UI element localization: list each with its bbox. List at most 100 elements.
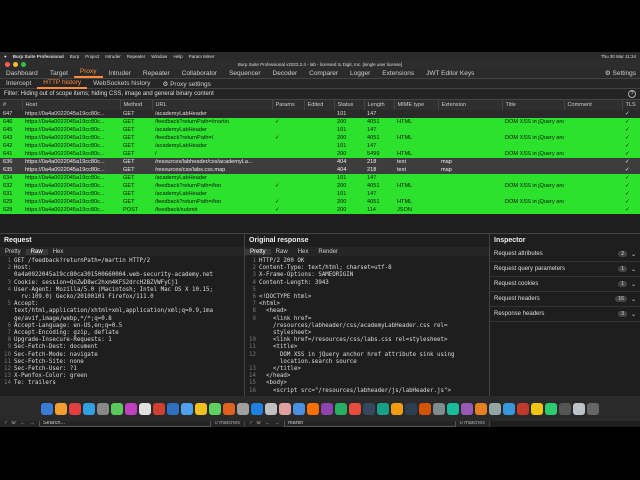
dock-app-icon[interactable] bbox=[461, 402, 473, 415]
column-header-id[interactable]: # bbox=[0, 100, 23, 110]
table-row[interactable]: 632 https://0a4a0022045a19cc80c... GET/fee… bbox=[0, 182, 640, 190]
zoom-button[interactable] bbox=[21, 62, 26, 67]
dock-app-icon[interactable] bbox=[559, 402, 571, 415]
chevron-down-icon[interactable]: ⌄ bbox=[631, 266, 636, 273]
table-row[interactable]: 646 https://0a4a0022045a19cc80c... GET/fee… bbox=[0, 118, 640, 126]
filter-text[interactable]: Filter: Hiding out of scope items; hidin… bbox=[4, 91, 214, 97]
dock-app-icon[interactable] bbox=[41, 402, 53, 415]
tab-repeater[interactable]: Repeater bbox=[137, 69, 176, 78]
dock-app-icon[interactable] bbox=[573, 402, 585, 415]
dock-app-icon[interactable] bbox=[391, 402, 403, 415]
dock-app-icon[interactable] bbox=[377, 402, 389, 415]
dock-app-icon[interactable] bbox=[307, 402, 319, 415]
table-row[interactable]: 629 https://0a4a0022045a19cc80c... GET/fee… bbox=[0, 198, 640, 206]
response-title[interactable]: Original response bbox=[245, 234, 489, 247]
dock-app-icon[interactable] bbox=[195, 402, 207, 415]
table-row[interactable]: 643 https://0a4a0022045a19cc80c... GET/fee… bbox=[0, 134, 640, 142]
response-editor[interactable]: 1 HTTP/2 200 OK 2 Content-Type: text/html; … bbox=[245, 256, 489, 397]
dock-app-icon[interactable] bbox=[363, 402, 375, 415]
dock-app-icon[interactable] bbox=[419, 402, 431, 415]
tab-intruder[interactable]: Intruder bbox=[103, 69, 137, 78]
table-row[interactable]: 631 https://0a4a0022045a19cc80c... GET/aca… bbox=[0, 190, 640, 198]
tab-jwt-editor-keys[interactable]: JWT Editor Keys bbox=[420, 69, 480, 78]
filter-bar[interactable]: Filter: Hiding out of scope items; hidin… bbox=[0, 89, 640, 100]
menu-param-miner[interactable]: Param Miner bbox=[189, 54, 215, 59]
chevron-down-icon[interactable]: ⌄ bbox=[631, 311, 636, 318]
menubar-app[interactable]: Burp Suite Professional bbox=[13, 54, 64, 59]
column-header-method[interactable]: Method bbox=[120, 100, 153, 110]
column-header-params[interactable]: Params bbox=[272, 100, 305, 110]
dock-app-icon[interactable] bbox=[545, 402, 557, 415]
chevron-down-icon[interactable]: ⌄ bbox=[631, 251, 636, 258]
editor-tab-pretty[interactable]: Pretty bbox=[0, 249, 26, 255]
tab-intercept[interactable]: Intercept bbox=[0, 79, 37, 88]
column-header-mime-type[interactable]: MIME type bbox=[394, 100, 439, 110]
tab-dashboard[interactable]: Dashboard bbox=[0, 69, 44, 78]
settings-button[interactable]: ⚙ Settings bbox=[599, 68, 640, 78]
column-header-comment[interactable]: Comment bbox=[564, 100, 623, 110]
editor-tab-pretty[interactable]: Pretty bbox=[245, 248, 271, 255]
dock-app-icon[interactable] bbox=[335, 402, 347, 415]
chevron-down-icon[interactable]: ⌄ bbox=[631, 281, 636, 288]
menu-repeater[interactable]: Repeater bbox=[127, 54, 146, 59]
tab-sequencer[interactable]: Sequencer bbox=[223, 69, 266, 78]
dock-app-icon[interactable] bbox=[503, 402, 515, 415]
dock-app-icon[interactable] bbox=[321, 402, 333, 415]
dock-app-icon[interactable] bbox=[251, 402, 263, 415]
menu-burp[interactable]: Burp bbox=[70, 54, 80, 59]
editor-tab-raw[interactable]: Raw bbox=[25, 248, 48, 255]
tab-comparer[interactable]: Comparer bbox=[303, 69, 344, 78]
dock-app-icon[interactable] bbox=[237, 402, 249, 415]
dock-app-icon[interactable] bbox=[125, 402, 137, 415]
tab-proxy[interactable]: Proxy bbox=[73, 67, 103, 78]
dock-app-icon[interactable] bbox=[209, 402, 221, 415]
table-row[interactable]: 636 https://0a4a0022045a19cc80c... GET/res… bbox=[0, 158, 640, 166]
tab-decoder[interactable]: Decoder bbox=[267, 69, 304, 78]
menu-project[interactable]: Project bbox=[85, 54, 99, 59]
dock-app-icon[interactable] bbox=[587, 402, 599, 415]
table-row[interactable]: 628 https://0a4a0022045a19cc80c... POST/fe… bbox=[0, 206, 640, 214]
dock-app-icon[interactable] bbox=[265, 402, 277, 415]
editor-tab-render[interactable]: Render bbox=[313, 249, 343, 255]
tab-websockets-history[interactable]: WebSockets history bbox=[87, 79, 156, 88]
table-row[interactable]: 635 https://0a4a0022045a19cc80c... GET/res… bbox=[0, 166, 640, 174]
column-header-status[interactable]: Status bbox=[334, 100, 365, 110]
table-row[interactable]: 642 https://0a4a0022045a19cc80c... GET/aca… bbox=[0, 142, 640, 150]
dock-app-icon[interactable] bbox=[517, 402, 529, 415]
tab-http-history[interactable]: HTTP history bbox=[37, 78, 88, 89]
editor-tab-raw[interactable]: Raw bbox=[271, 249, 293, 255]
inspector-row-request-query-parameters[interactable]: Request query parameters 1 ⌄ bbox=[490, 262, 640, 277]
request-editor[interactable]: 1 GET /feedback?returnPath=/martin HTTP/2… bbox=[0, 256, 244, 390]
menu-intruder[interactable]: Intruder bbox=[105, 54, 121, 59]
dock-app-icon[interactable] bbox=[181, 402, 193, 415]
editor-tab-hex[interactable]: Hex bbox=[48, 249, 69, 255]
dock-app-icon[interactable] bbox=[475, 402, 487, 415]
dock-app-icon[interactable] bbox=[349, 402, 361, 415]
tab-target[interactable]: Target bbox=[44, 69, 74, 78]
tab-collaborator[interactable]: Collaborator bbox=[176, 69, 223, 78]
dock-app-icon[interactable] bbox=[111, 402, 123, 415]
dock-app-icon[interactable] bbox=[489, 402, 501, 415]
column-header-url[interactable]: URL bbox=[152, 100, 273, 110]
dock-app-icon[interactable] bbox=[279, 402, 291, 415]
proxy-settings-button[interactable]: ⚙ Proxy settings bbox=[156, 79, 216, 89]
column-header-extension[interactable]: Extension bbox=[438, 100, 503, 110]
table-row[interactable]: 634 https://0a4a0022045a19cc80c... GET/aca… bbox=[0, 174, 640, 182]
inspector-row-request-attributes[interactable]: Request attributes 2 ⌄ bbox=[490, 247, 640, 262]
column-header-edited[interactable]: Edited bbox=[304, 100, 335, 110]
dock-app-icon[interactable] bbox=[405, 402, 417, 415]
table-row[interactable]: 645 https://0a4a0022045a19cc80c... GET/aca… bbox=[0, 126, 640, 134]
tab-extensions[interactable]: Extensions bbox=[376, 69, 420, 78]
dock-app-icon[interactable] bbox=[69, 402, 81, 415]
tab-logger[interactable]: Logger bbox=[344, 69, 376, 78]
column-header-host[interactable]: Host bbox=[22, 100, 121, 110]
menu-window[interactable]: Window bbox=[151, 54, 167, 59]
dock-app-icon[interactable] bbox=[167, 402, 179, 415]
dock-app-icon[interactable] bbox=[83, 402, 95, 415]
editor-tab-hex[interactable]: Hex bbox=[293, 249, 314, 255]
help-icon[interactable]: ? bbox=[628, 90, 636, 98]
minimize-button[interactable] bbox=[13, 62, 18, 67]
chevron-down-icon[interactable]: ⌄ bbox=[631, 296, 636, 303]
dock-app-icon[interactable] bbox=[153, 402, 165, 415]
dock-app-icon[interactable] bbox=[531, 402, 543, 415]
